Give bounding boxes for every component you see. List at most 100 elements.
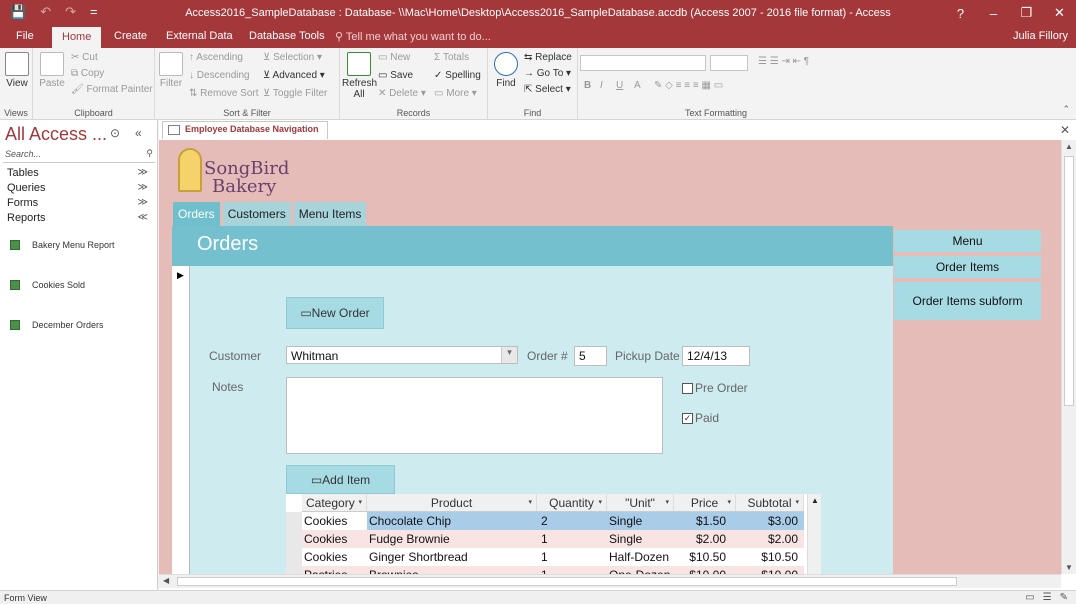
pre-order-box[interactable] <box>682 382 693 394</box>
order-number-field[interactable]: 5 <box>574 346 607 366</box>
scroll-thumb[interactable] <box>177 577 957 586</box>
nav-category-queries[interactable]: Queries ≫ <box>7 182 152 194</box>
tell-me-input[interactable]: ⚲ Tell me what you want to do... <box>335 30 491 43</box>
column-header-product[interactable]: Product ▾ <box>367 494 537 511</box>
pre-order-checkbox[interactable]: Pre Order <box>682 381 748 395</box>
advanced-button[interactable]: ⊻ Advanced ▾ <box>263 70 325 81</box>
table-row[interactable]: Cookies Ginger Shortbread 1 Half-Dozen $… <box>302 548 804 566</box>
goto-button[interactable]: → Go To ▾ <box>524 68 571 79</box>
tab-home[interactable]: Home <box>52 27 102 48</box>
cell-subtotal[interactable]: $10.00 <box>736 566 804 574</box>
restore-button[interactable]: ❐ <box>1010 0 1043 26</box>
filter-button[interactable]: Filter <box>158 52 184 89</box>
cell-unit[interactable]: Single <box>607 530 674 548</box>
view-button[interactable]: View <box>4 52 30 89</box>
highlight-icons[interactable]: ✎ ◇ ≡ ≡ ≡ ▦ ▭ <box>654 80 723 91</box>
cell-category[interactable]: Cookies <box>302 530 367 548</box>
side-menu-order-items[interactable]: Order Items <box>894 256 1041 278</box>
cell-quantity[interactable]: 1 <box>537 566 607 574</box>
cell-subtotal[interactable]: $2.00 <box>736 530 804 548</box>
nav-report-december-orders[interactable]: December Orders <box>10 320 104 330</box>
nav-report-bakery-menu[interactable]: Bakery Menu Report <box>10 240 115 250</box>
select-button[interactable]: ⇱ Select ▾ <box>524 84 571 95</box>
font-size-select[interactable] <box>710 55 748 71</box>
add-item-button[interactable]: ▭Add Item <box>286 465 395 494</box>
cell-unit[interactable]: One-Dozen <box>607 566 674 574</box>
column-header-quantity[interactable]: Quantity ▾ <box>537 494 607 511</box>
spelling-button[interactable]: ✓ Spelling <box>434 70 481 81</box>
dropdown-arrow-icon[interactable]: ▾ <box>598 498 602 506</box>
format-painter-button[interactable]: 🖌 Format Painter <box>71 84 153 95</box>
new-record-button[interactable]: ▭ New <box>378 52 410 63</box>
scroll-up-icon[interactable]: ▲ <box>1065 142 1073 151</box>
copy-button[interactable]: ⧉ Copy <box>71 68 104 79</box>
delete-record-button[interactable]: ✕ Delete ▾ <box>378 88 426 99</box>
customer-combo[interactable]: Whitman ▾ <box>286 346 518 364</box>
side-menu-order-items-subform[interactable]: Order Items subform <box>894 282 1041 320</box>
form-tab-orders[interactable]: Orders <box>173 202 220 226</box>
underline-button[interactable]: U <box>616 80 623 91</box>
form-view-icon[interactable]: ▭ <box>1025 592 1034 603</box>
cell-price[interactable]: $10.50 <box>674 548 736 566</box>
form-horizontal-scrollbar[interactable]: ◀ <box>159 574 1061 588</box>
cell-category[interactable]: Cookies <box>302 512 367 530</box>
dropdown-arrow-icon[interactable]: ▾ <box>665 498 669 506</box>
form-vertical-scrollbar[interactable]: ▲ ▼ <box>1061 140 1076 574</box>
cell-unit[interactable]: Half-Dozen <box>607 548 674 566</box>
cut-button[interactable]: ✂ Cut <box>71 52 98 63</box>
tab-external-data[interactable]: External Data <box>166 30 233 42</box>
paste-button[interactable]: Paste <box>37 52 67 89</box>
row-selectors[interactable] <box>286 512 302 574</box>
form-tab-menu-items[interactable]: Menu Items <box>293 202 367 226</box>
cell-subtotal[interactable]: $3.00 <box>736 512 804 530</box>
scroll-up-icon[interactable]: ▲ <box>811 496 819 505</box>
column-header-subtotal[interactable]: Subtotal ▾ <box>736 494 804 511</box>
chevron-down-icon[interactable]: ▾ <box>501 347 517 363</box>
dropdown-arrow-icon[interactable]: ▾ <box>528 498 532 506</box>
italic-button[interactable]: I <box>600 80 603 91</box>
totals-button[interactable]: Σ Totals <box>434 52 469 63</box>
nav-report-cookies-sold[interactable]: Cookies Sold <box>10 280 85 290</box>
cell-product[interactable]: Ginger Shortbread <box>367 548 537 566</box>
cell-quantity[interactable]: 1 <box>537 530 607 548</box>
nav-category-reports[interactable]: Reports ≪ <box>7 212 152 224</box>
layout-view-icon[interactable]: ☰ <box>1043 592 1052 603</box>
more-button[interactable]: ▭ More ▾ <box>434 88 477 99</box>
dropdown-arrow-icon[interactable]: ▾ <box>795 498 799 506</box>
scroll-left-icon[interactable]: ◀ <box>163 576 169 585</box>
side-menu-menu[interactable]: Menu <box>894 230 1041 252</box>
record-selector[interactable]: ▶ <box>172 266 190 574</box>
bold-button[interactable]: B <box>584 80 591 91</box>
font-color-button[interactable]: A <box>634 80 641 91</box>
table-row[interactable]: Cookies Fudge Brownie 1 Single $2.00 $2.… <box>302 530 804 548</box>
scroll-down-icon[interactable]: ▼ <box>1065 563 1073 572</box>
save-record-button[interactable]: ▭ Save <box>378 70 413 81</box>
design-view-icon[interactable]: ✎ <box>1060 592 1068 603</box>
toggle-filter-button[interactable]: ⊻ Toggle Filter <box>263 88 327 99</box>
nav-category-tables[interactable]: Tables ≫ <box>7 167 152 179</box>
cell-price[interactable]: $2.00 <box>674 530 736 548</box>
column-header-unit[interactable]: "Unit" ▾ <box>607 494 674 511</box>
shutter-bar-icon[interactable]: « <box>135 126 142 140</box>
datasheet-scrollbar[interactable]: ▲ <box>807 494 821 574</box>
cell-product[interactable]: Brownies <box>367 566 537 574</box>
nav-search-input[interactable]: Search... ⚲ <box>3 147 155 163</box>
close-button[interactable]: ✕ <box>1043 0 1076 26</box>
collapse-ribbon-icon[interactable]: ⌃ <box>1062 104 1070 115</box>
cell-product[interactable]: Fudge Brownie <box>367 530 537 548</box>
new-order-button[interactable]: ▭New Order <box>286 297 384 329</box>
tab-file[interactable]: File <box>16 30 34 42</box>
form-tab-customers[interactable]: Customers <box>222 202 291 226</box>
cell-category[interactable]: Cookies <box>302 548 367 566</box>
cell-quantity[interactable]: 2 <box>537 512 607 530</box>
column-header-price[interactable]: Price ▾ <box>674 494 736 511</box>
tab-create[interactable]: Create <box>114 30 147 42</box>
selection-button[interactable]: ⊻ Selection ▾ <box>263 52 322 63</box>
cell-price[interactable]: $1.50 <box>674 512 736 530</box>
document-tab[interactable]: Employee Database Navigation <box>162 121 328 139</box>
cell-subtotal[interactable]: $10.50 <box>736 548 804 566</box>
replace-button[interactable]: ⇆ Replace <box>524 52 572 63</box>
refresh-all-button[interactable]: Refresh All <box>342 52 377 100</box>
tab-database-tools[interactable]: Database Tools <box>249 30 325 42</box>
notes-field[interactable] <box>286 377 663 454</box>
